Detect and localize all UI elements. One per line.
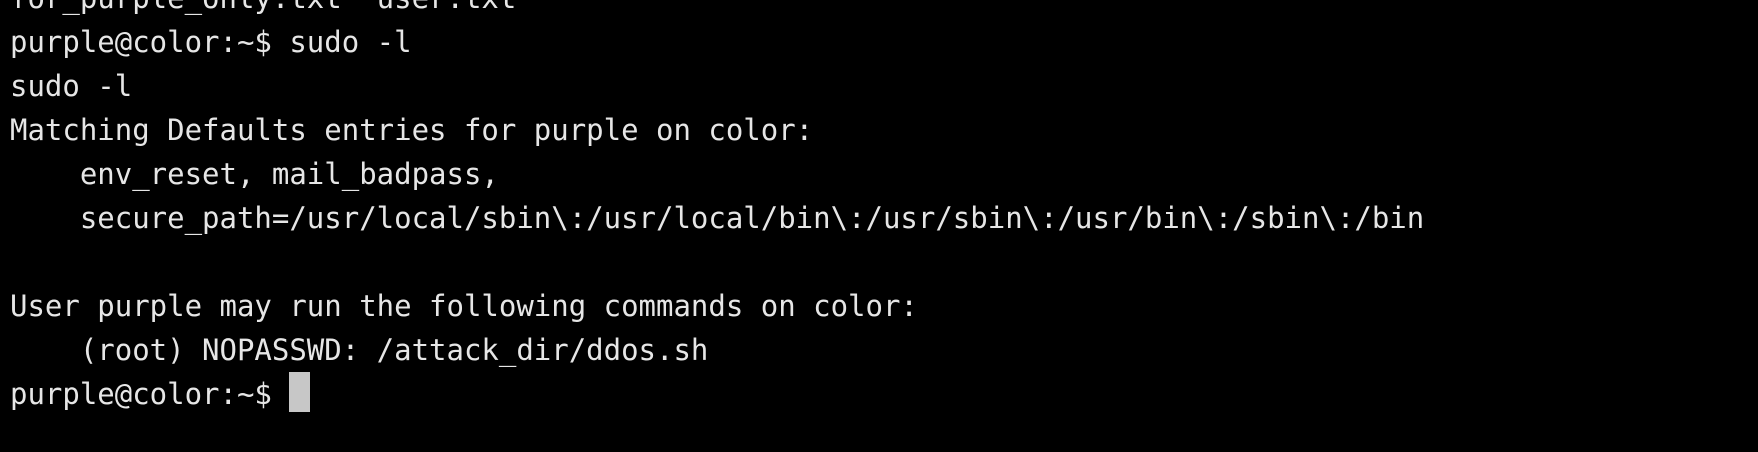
terminal-line-command-echo: sudo -l: [10, 69, 133, 103]
terminal-input-line[interactable]: purple@color:~$: [10, 372, 1750, 416]
terminal-line-directory-listing: for_purple_only.txt user.txt: [10, 0, 1750, 20]
terminal-line-command-sudo: purple@color:~$ sudo -l: [10, 25, 412, 59]
terminal-line-defaults-header: Matching Defaults entries for purple on …: [10, 113, 814, 147]
terminal-output: for_purple_only.txt user.txt purple@colo…: [10, 0, 1750, 416]
terminal-prompt: purple@color:~$: [10, 377, 290, 411]
terminal-line-commands-header: User purple may run the following comman…: [10, 289, 918, 323]
terminal-window[interactable]: for_purple_only.txt user.txt purple@colo…: [0, 0, 1758, 452]
terminal-line-allowed-command: (root) NOPASSWD: /attack_dir/ddos.sh: [10, 333, 709, 367]
terminal-line-defaults-env: env_reset, mail_badpass,: [10, 157, 499, 191]
terminal-line-secure-path: secure_path=/usr/local/sbin\:/usr/local/…: [10, 201, 1425, 235]
terminal-cursor[interactable]: [289, 372, 311, 412]
